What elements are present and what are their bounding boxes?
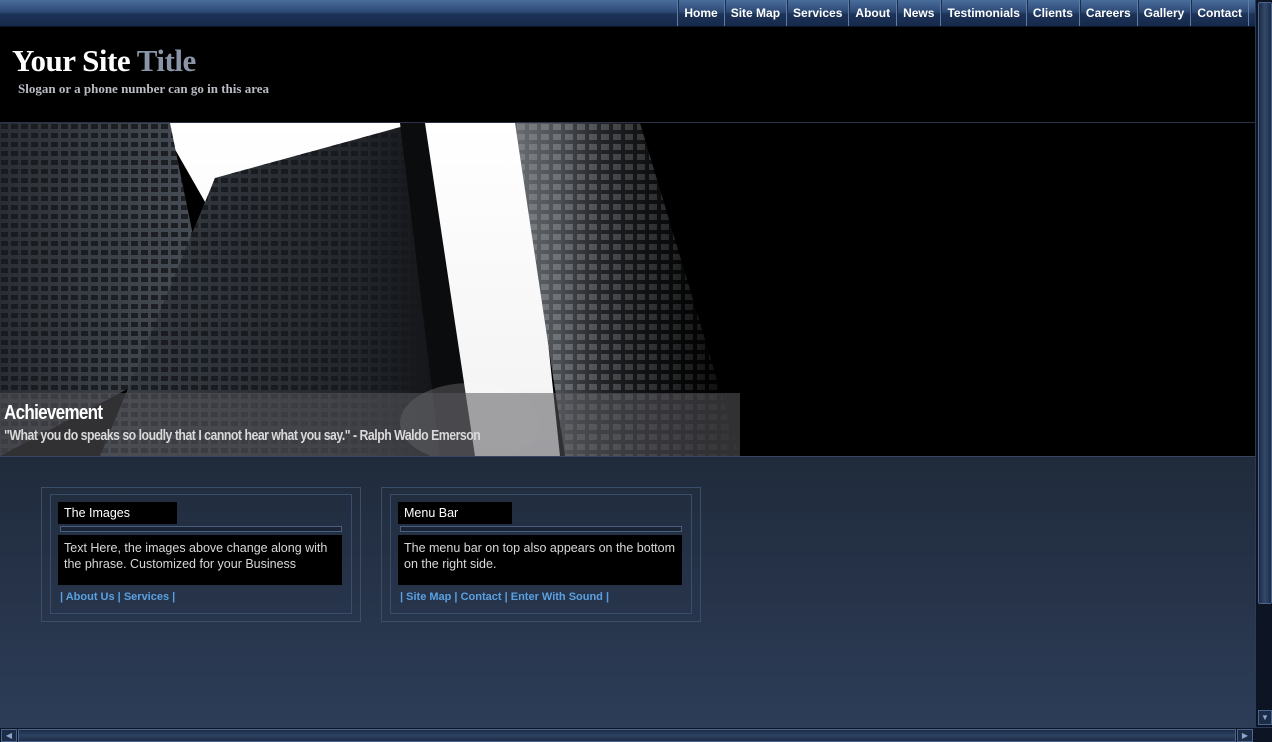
top-nav-menu: Home Site Map Services About News Testim… [677, 0, 1249, 26]
content-area: The Images Text Here, the images above c… [0, 457, 1255, 727]
info-box-inner: The Images Text Here, the images above c… [50, 494, 352, 614]
info-box-menu-bar: Menu Bar The menu bar on top also appear… [381, 487, 701, 622]
top-nav-bar: Home Site Map Services About News Testim… [0, 0, 1255, 27]
info-box-text: Text Here, the images above change along… [58, 535, 342, 585]
info-box-divider [400, 526, 682, 532]
link-about-us[interactable]: About Us [66, 591, 115, 603]
scroll-down-arrow-icon[interactable]: ▼ [1258, 710, 1272, 725]
nav-item-careers[interactable]: Careers [1078, 0, 1137, 26]
nav-item-site-map[interactable]: Site Map [723, 0, 786, 26]
site-slogan: Slogan or a phone number can go in this … [18, 81, 270, 96]
info-box-inner: Menu Bar The menu bar on top also appear… [390, 494, 692, 614]
nav-item-about[interactable]: About [848, 0, 896, 26]
nav-item-news[interactable]: News [896, 0, 940, 26]
banner-image: Achievement "What you do speaks so loudl… [0, 123, 1255, 457]
site-header: Your Site Title Slogan or a phone number… [0, 27, 1255, 123]
scroll-right-arrow-icon[interactable]: ▶ [1237, 729, 1253, 742]
info-box-title: The Images [58, 502, 177, 524]
info-box-divider [60, 526, 342, 532]
link-site-map[interactable]: Site Map [406, 591, 451, 603]
page-viewport: Home Site Map Services About News Testim… [0, 0, 1255, 727]
scroll-left-arrow-icon[interactable]: ◀ [1, 729, 17, 742]
info-box-title: Menu Bar [398, 502, 512, 524]
horizontal-scrollbar[interactable]: ◀ ▶ [0, 727, 1272, 742]
link-contact[interactable]: Contact [461, 591, 502, 603]
nav-item-clients[interactable]: Clients [1025, 0, 1079, 26]
banner-caption: Achievement "What you do speaks so loudl… [0, 393, 740, 456]
banner-heading: Achievement [4, 402, 103, 424]
site-title: Your Site Title [12, 43, 196, 79]
nav-item-contact[interactable]: Contact [1190, 0, 1249, 26]
link-enter-with-sound[interactable]: Enter With Sound [511, 591, 603, 603]
site-title-accent: Title [136, 43, 196, 78]
info-box-text: The menu bar on top also appears on the … [398, 535, 682, 585]
site-title-main: Your Site [12, 43, 131, 78]
horizontal-scrollbar-thumb[interactable] [18, 729, 1236, 742]
nav-item-home[interactable]: Home [677, 0, 723, 26]
info-box-links: | About Us | Services | [60, 591, 176, 603]
nav-item-services[interactable]: Services [786, 0, 848, 26]
vertical-scrollbar-thumb[interactable] [1258, 2, 1272, 604]
info-box-links: | Site Map | Contact | Enter With Sound … [400, 591, 610, 603]
info-box-images: The Images Text Here, the images above c… [41, 487, 361, 622]
vertical-scrollbar[interactable]: ▼ [1255, 0, 1272, 727]
link-services[interactable]: Services [124, 591, 169, 603]
banner-quote: "What you do speaks so loudly that I can… [4, 427, 481, 444]
nav-item-testimonials[interactable]: Testimonials [940, 0, 1025, 26]
nav-item-gallery[interactable]: Gallery [1136, 0, 1191, 26]
